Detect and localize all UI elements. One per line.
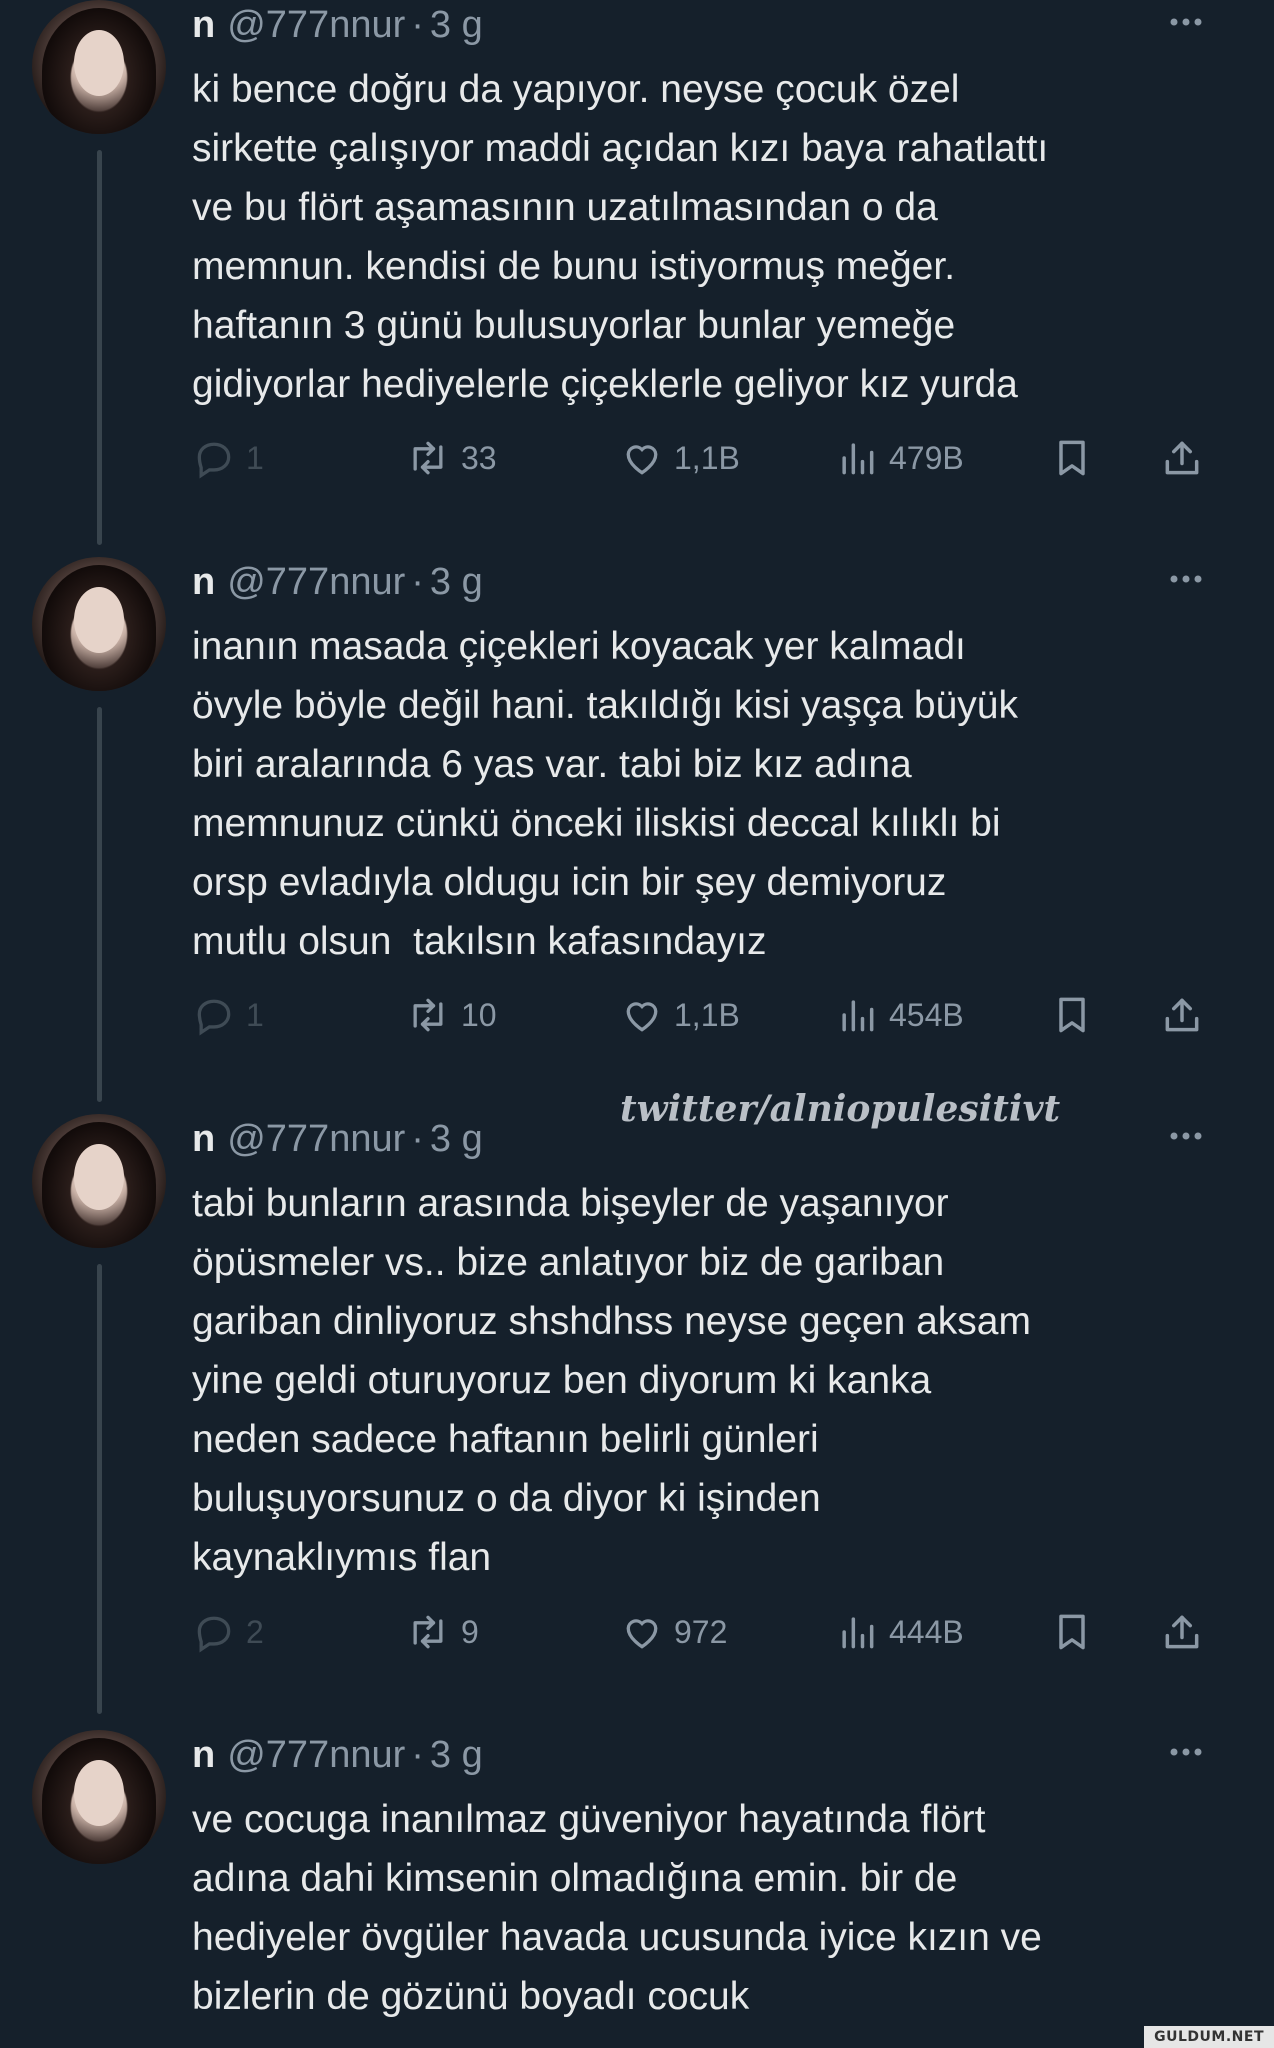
tweet-header: n @777nnur · 3 g [192,1116,483,1162]
share-icon [1165,1615,1199,1649]
reply-icon [197,1616,231,1653]
username[interactable]: @777nnur [227,4,405,47]
tweet-actions: 1 33 1,1B 479B [0,432,1274,484]
tweet[interactable]: n @777nnur · 3 g tabi bunların arasında … [0,1114,1274,1728]
retweet-button[interactable]: 9 [405,1606,479,1658]
reply-count: 1 [246,439,264,476]
retweet-button[interactable]: 10 [405,989,497,1041]
more-icon[interactable] [1164,1114,1208,1158]
views-icon [842,443,874,475]
more-icon[interactable] [1164,557,1208,601]
views-button[interactable]: 479B [835,432,964,484]
reply-icon [197,442,231,479]
avatar[interactable] [32,1114,166,1248]
bookmark-icon [1059,997,1085,1033]
username[interactable]: @777nnur [227,1734,405,1777]
tweet-actions: 1 10 1,1B 454B [0,989,1274,1041]
tweet-actions: 2 9 972 444B [0,1606,1274,1658]
like-button[interactable]: 972 [620,1606,727,1658]
views-button[interactable]: 444B [835,1606,964,1658]
reply-button[interactable]: 2 [192,1606,264,1658]
tweet-header: n @777nnur · 3 g [192,559,483,605]
display-name[interactable]: n [192,1734,215,1777]
share-icon [1165,998,1199,1032]
bookmark-button[interactable] [1050,1606,1094,1658]
bookmark-button[interactable] [1050,432,1094,484]
thread-line [97,150,102,545]
reply-button[interactable]: 1 [192,989,264,1041]
tweet[interactable]: n @777nnur · 3 g ve cocuga inanılmaz güv… [0,1730,1274,2048]
reply-count: 1 [246,996,264,1033]
bookmark-icon [1059,1614,1085,1650]
views-count: 454B [889,996,964,1033]
avatar[interactable] [32,0,166,134]
tweet-text: ve cocuga inanılmaz güveniyor hayatında … [192,1798,1042,2018]
views-button[interactable]: 454B [835,989,964,1041]
separator: · [411,3,424,46]
like-count: 1,1B [674,996,740,1033]
reply-count: 2 [246,1613,264,1650]
retweet-icon [413,998,443,1032]
reply-icon [197,999,231,1036]
timestamp[interactable]: 3 g [430,4,483,47]
tweet-text: inanın masada çiçekleri koyacak yer kalm… [192,625,1018,963]
site-badge: GULDUM.NET [1144,2026,1274,2048]
views-icon [842,1000,874,1032]
bookmark-icon [1059,440,1085,476]
views-icon [842,1617,874,1649]
separator: · [411,1117,424,1160]
avatar[interactable] [32,557,166,691]
share-icon [1165,441,1199,475]
tweet-text: tabi bunların arasında bişeyler de yaşan… [192,1182,1031,1579]
separator: · [411,560,424,603]
share-button[interactable] [1160,989,1204,1041]
views-count: 444B [889,1613,964,1650]
like-count: 972 [674,1613,728,1650]
timestamp[interactable]: 3 g [430,1734,483,1777]
display-name[interactable]: n [192,561,215,604]
more-icon[interactable] [1164,0,1208,44]
timestamp[interactable]: 3 g [430,561,483,604]
tweet[interactable]: n @777nnur · 3 g inanın masada çiçekleri… [0,557,1274,1112]
username[interactable]: @777nnur [227,1118,405,1161]
share-button[interactable] [1160,432,1204,484]
reply-button[interactable]: 1 [192,432,264,484]
retweet-button[interactable]: 33 [405,432,497,484]
retweet-count: 10 [461,996,497,1033]
like-count: 1,1B [674,439,740,476]
display-name[interactable]: n [192,4,215,47]
display-name[interactable]: n [192,1118,215,1161]
views-count: 479B [889,439,964,476]
retweet-icon [413,1615,443,1649]
tweet-text: ki bence doğru da yapıyor. neyse çocuk ö… [192,68,1049,406]
timestamp[interactable]: 3 g [430,1118,483,1161]
tweet-header: n @777nnur · 3 g [192,2,483,48]
retweet-count: 33 [461,439,497,476]
thread-line [97,707,102,1102]
like-button[interactable]: 1,1B [620,989,740,1041]
like-icon [626,1002,658,1032]
share-button[interactable] [1160,1606,1204,1658]
avatar[interactable] [32,1730,166,1864]
like-icon [626,445,658,475]
like-button[interactable]: 1,1B [620,432,740,484]
retweet-icon [413,441,443,475]
separator: · [411,1733,424,1776]
bookmark-button[interactable] [1050,989,1094,1041]
username[interactable]: @777nnur [227,561,405,604]
like-icon [626,1619,658,1649]
tweet-header: n @777nnur · 3 g [192,1732,483,1778]
retweet-count: 9 [461,1613,479,1650]
tweet[interactable]: n @777nnur · 3 g ki bence doğru da yapıy… [0,0,1274,555]
more-icon[interactable] [1164,1730,1208,1774]
